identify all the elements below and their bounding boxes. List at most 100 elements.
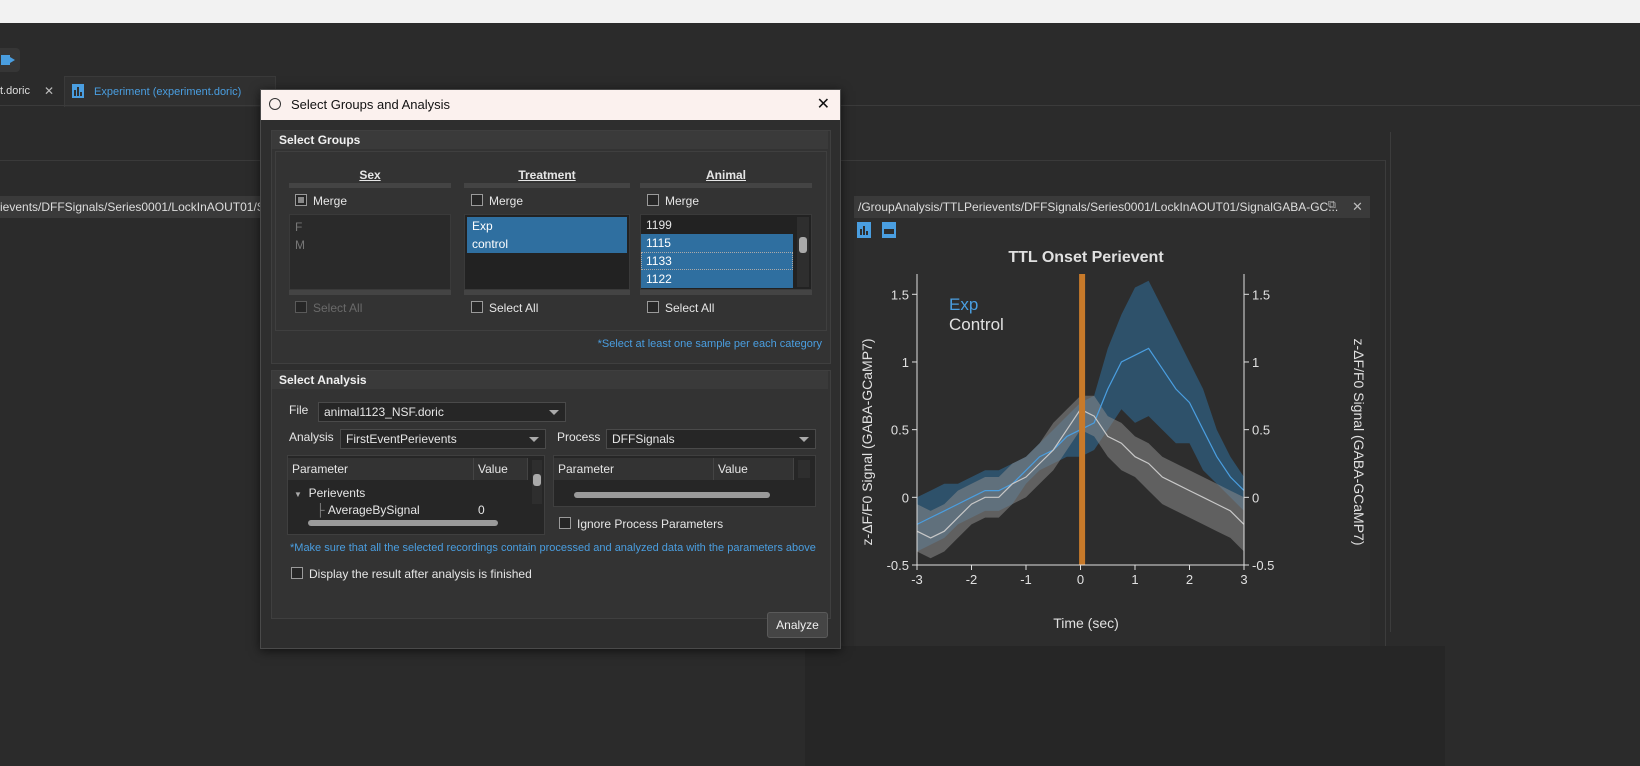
list-item[interactable]: 1122 <box>641 270 793 288</box>
lower-panel <box>805 646 1445 766</box>
csv-export-icon[interactable] <box>882 222 896 241</box>
analysis-parameter-table[interactable]: Parameter Value ▼ Perievents ├ AverageBy… <box>287 455 545 535</box>
window-top-bar <box>0 0 1640 23</box>
analyze-button[interactable]: Analyze <box>767 612 828 638</box>
close-icon[interactable]: ✕ <box>1352 199 1363 215</box>
document-tabs: t.doric ✕ Experiment (experiment.doric) <box>0 76 276 107</box>
list-item[interactable]: 1115 <box>641 234 793 252</box>
app-icon <box>269 98 281 110</box>
list-item[interactable]: M <box>290 236 450 254</box>
process-label: Process <box>557 430 601 444</box>
table-hscroll[interactable] <box>304 518 518 528</box>
perievent-chart: TTL Onset Perievent -3 -2 -1 0 1 2 3 -0.5 -0.5 0 0… <box>859 249 1367 631</box>
footer-bar <box>640 290 812 295</box>
header-bar <box>464 183 630 188</box>
x-tick-label: 3 <box>1240 572 1247 587</box>
export-icon[interactable] <box>0 48 20 72</box>
process-dropdown[interactable]: DFFSignals <box>606 429 816 449</box>
y-tick-label-right: 0.5 <box>1252 423 1270 438</box>
merge-sex-checkbox[interactable] <box>295 194 307 206</box>
merge-label: Merge <box>313 194 348 208</box>
footer-bar <box>464 290 630 295</box>
tree-item-label: AverageBySignal <box>327 503 420 517</box>
analysis-dropdown[interactable]: FirstEventPerievents <box>340 429 546 449</box>
legend-control: Control <box>949 315 1004 334</box>
list-item[interactable]: 1133 <box>641 252 793 270</box>
footer-bar <box>289 290 451 295</box>
panel-divider <box>1390 132 1391 632</box>
y-axis-label: z-ΔF/F0 Signal (GABA-GCaMP7) <box>859 339 875 546</box>
process-value: DFFSignals <box>612 432 675 446</box>
analysis-note: *Make sure that all the selected recordi… <box>290 542 816 554</box>
tab-label: t.doric <box>0 85 30 97</box>
list-item[interactable]: control <box>467 235 627 253</box>
value-header: Value <box>714 458 794 480</box>
close-icon[interactable]: ✕ <box>817 90 830 120</box>
scroll-thumb[interactable] <box>308 520 498 526</box>
dialog-titlebar: Select Groups and Analysis ✕ <box>261 90 840 120</box>
section-heading: Select Analysis <box>272 371 828 389</box>
parameter-header: Parameter <box>288 458 474 480</box>
select-analysis-section: Select Analysis File animal1123_NSF.dori… <box>271 370 831 619</box>
ignore-process-params-checkbox[interactable] <box>559 517 571 529</box>
value-header: Value <box>474 458 528 480</box>
chevron-down-icon <box>799 437 809 442</box>
tree-group-perievents[interactable]: ▼ Perievents <box>294 486 365 500</box>
legend-exp: Exp <box>949 295 978 314</box>
y-tick-label-right: 1 <box>1252 355 1259 370</box>
x-tick-label: 0 <box>1077 572 1084 587</box>
tab-doric-file[interactable]: t.doric ✕ <box>0 76 64 106</box>
process-parameter-table[interactable]: Parameter Value <box>553 455 816 507</box>
x-tick-label: -1 <box>1020 572 1032 587</box>
header-bar <box>289 183 451 188</box>
merge-label: Merge <box>489 194 524 208</box>
y-tick-label: 1.5 <box>891 287 909 302</box>
treatment-list[interactable]: Exp control <box>464 214 630 290</box>
animal-list[interactable]: 1199 1115 1133 1122 <box>640 214 812 290</box>
tree-branch-icon: ├ <box>316 503 325 517</box>
path-text: ievents/DFFSignals/Series0001/LockInAOUT… <box>0 200 270 214</box>
scroll-thumb[interactable] <box>799 237 807 253</box>
merge-animal-checkbox[interactable] <box>647 194 659 206</box>
table-vscroll[interactable] <box>798 460 810 478</box>
tab-label: Experiment (experiment.doric) <box>94 86 242 98</box>
chart-title: TTL Onset Perievent <box>1008 249 1164 266</box>
select-all-sex-checkbox[interactable] <box>295 301 307 313</box>
column-animal: Animal <box>705 168 746 182</box>
display-result-checkbox[interactable] <box>291 567 303 579</box>
float-icon[interactable]: ⧉ <box>1328 199 1336 212</box>
scroll-thumb[interactable] <box>533 474 541 486</box>
x-tick-label: -2 <box>966 572 978 587</box>
select-groups-section: Select Groups Sex Merge F M Select All T… <box>271 130 831 364</box>
merge-treatment-checkbox[interactable] <box>471 194 483 206</box>
select-all-treatment-checkbox[interactable] <box>471 301 483 313</box>
tab-experiment[interactable]: Experiment (experiment.doric) <box>64 76 276 107</box>
table-hscroll[interactable] <box>564 490 792 500</box>
list-scrollbar[interactable] <box>797 217 809 287</box>
y-tick-label: -0.5 <box>887 558 909 573</box>
tree-item[interactable]: ├ AverageBySignal <box>316 503 420 517</box>
y-tick-label: 1 <box>902 355 909 370</box>
sex-list[interactable]: F M <box>289 214 451 290</box>
chart-export-icon[interactable] <box>857 222 871 241</box>
select-all-animal-checkbox[interactable] <box>647 301 659 313</box>
y-tick-label: 0 <box>902 490 909 505</box>
path-text: /GroupAnalysis/TTLPerievents/DFFSignals/… <box>858 200 1339 214</box>
expand-arrow-icon[interactable]: ▼ <box>294 490 302 499</box>
x-axis-label: Time (sec) <box>1053 615 1119 631</box>
y-tick-label-right: 0 <box>1252 490 1259 505</box>
y-tick-label-right: -0.5 <box>1252 558 1274 573</box>
close-icon[interactable]: ✕ <box>44 84 54 98</box>
list-item[interactable]: F <box>290 218 450 236</box>
select-all-label: Select All <box>313 301 363 315</box>
list-item[interactable]: Exp <box>467 217 627 235</box>
file-value: animal1123_NSF.doric <box>324 405 444 419</box>
file-label: File <box>289 403 309 417</box>
list-item[interactable]: 1199 <box>641 216 793 234</box>
table-vscroll[interactable] <box>532 460 542 504</box>
event-marker <box>1079 274 1086 565</box>
right-signal-path: /GroupAnalysis/TTLPerievents/DFFSignals/… <box>854 196 1370 218</box>
chart-file-icon <box>72 83 84 101</box>
scroll-thumb[interactable] <box>574 492 770 498</box>
file-dropdown[interactable]: animal1123_NSF.doric <box>318 402 566 422</box>
